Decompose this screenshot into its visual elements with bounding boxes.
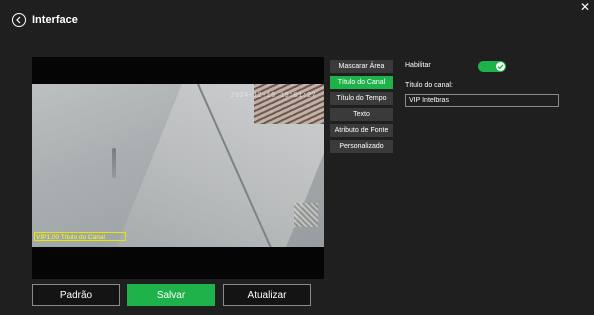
video-preview: 2024-12-19 15:01:27 VIP1.00 Título do Ca…: [32, 57, 324, 279]
refresh-button[interactable]: Atualizar: [223, 284, 311, 306]
back-button[interactable]: [12, 13, 26, 27]
scene-stain: [112, 148, 116, 178]
menu-item-atributo-de-fonte[interactable]: Atributo de Fonte: [330, 124, 393, 137]
osd-timestamp[interactable]: 2024-12-19 15:01:27: [230, 92, 316, 100]
channel-title-settings: Habilitar Título do canal:: [405, 60, 559, 107]
scene-object: [254, 84, 324, 124]
action-buttons: Padrão Salvar Atualizar: [32, 284, 324, 308]
save-button[interactable]: Salvar: [127, 284, 215, 306]
default-button[interactable]: Padrão: [32, 284, 120, 306]
osd-menu: Mascarar Área Título do Canal Título do …: [330, 60, 393, 156]
page-title: Interface: [32, 14, 78, 26]
osd-channel-title[interactable]: VIP1.00 Título do Canal: [34, 232, 126, 241]
dialog-header: Interface: [0, 6, 594, 34]
scene-vent: [294, 203, 318, 227]
enable-row: Habilitar: [405, 60, 555, 74]
enable-label: Habilitar: [405, 62, 431, 69]
interface-dialog: Interface ✕ 2024-12-19 15:01:27 VIP1.00 …: [0, 0, 594, 315]
menu-item-titulo-do-canal[interactable]: Título do Canal: [330, 76, 393, 89]
channel-title-label: Título do canal:: [405, 82, 453, 89]
menu-item-mascarar-area[interactable]: Mascarar Área: [330, 60, 393, 73]
check-icon: [496, 62, 505, 71]
menu-item-texto[interactable]: Texto: [330, 108, 393, 121]
close-icon[interactable]: ✕: [580, 0, 590, 14]
menu-item-titulo-do-tempo[interactable]: Título do Tempo: [330, 92, 393, 105]
channel-title-input[interactable]: [405, 94, 559, 107]
menu-item-personalizado[interactable]: Personalizado: [330, 140, 393, 153]
chevron-left-icon: [16, 16, 21, 24]
enable-toggle[interactable]: [478, 61, 506, 72]
camera-image: 2024-12-19 15:01:27 VIP1.00 Título do Ca…: [32, 84, 324, 247]
